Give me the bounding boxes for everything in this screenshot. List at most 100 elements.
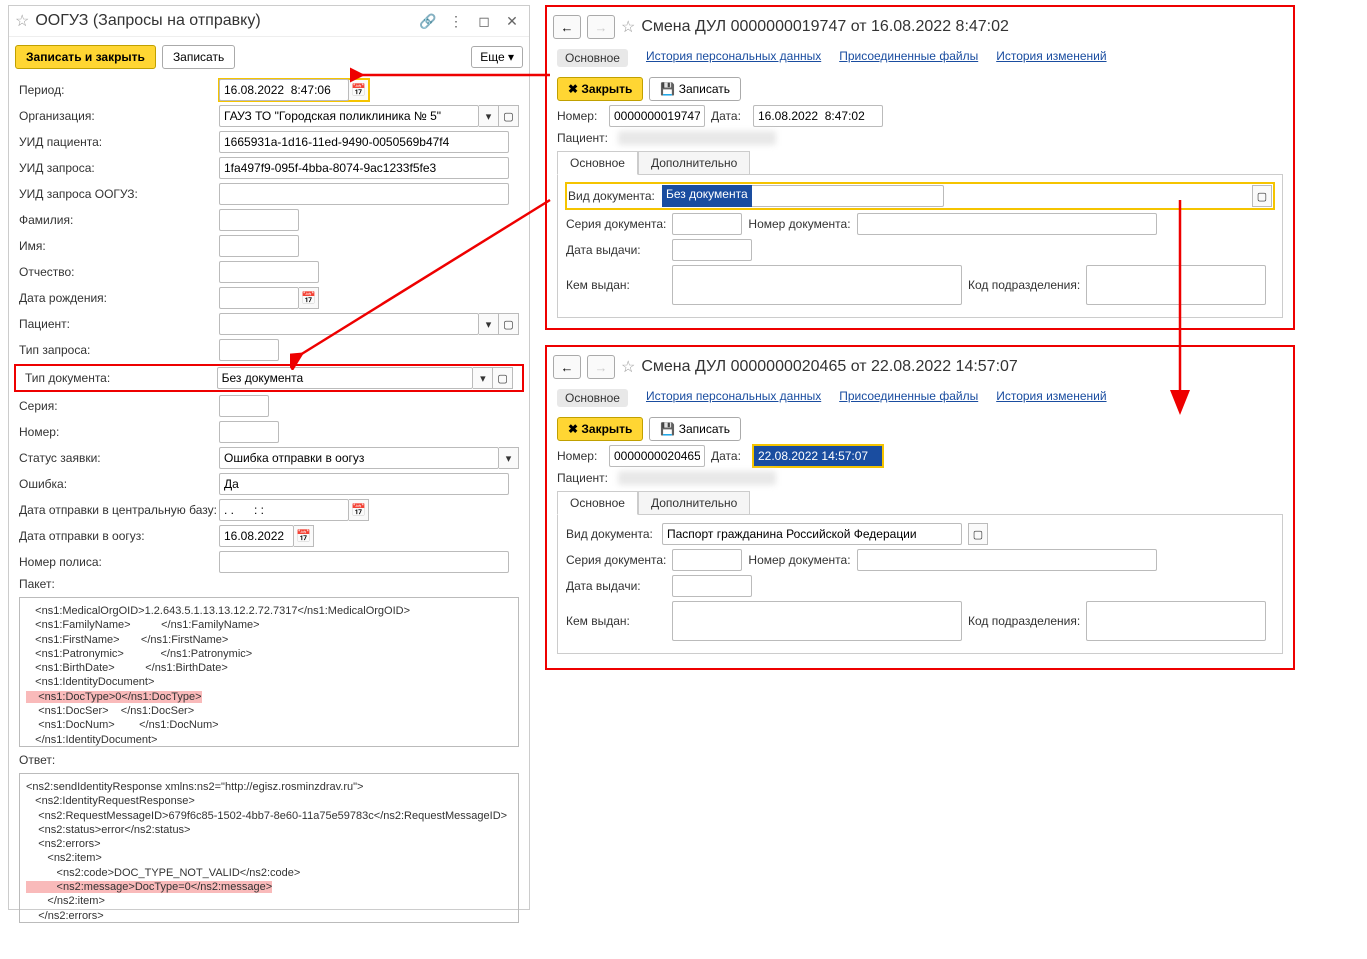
send-central-input[interactable] [219,499,349,521]
series-input[interactable] [219,395,269,417]
link-files[interactable]: Присоединенные файлы [839,389,978,407]
date-selection[interactable]: 22.08.2022 14:57:07 [754,446,882,466]
doc-type-input[interactable] [662,523,962,545]
middlename-input[interactable] [219,261,319,283]
send-ooguz-input[interactable] [219,525,294,547]
save-button[interactable]: Записать [162,45,235,69]
close-button[interactable]: ✖ Закрыть [557,77,643,101]
link-history-personal[interactable]: История персональных данных [646,389,821,407]
save-button[interactable]: 💾 Записать [649,77,741,101]
series-input[interactable] [672,213,742,235]
patient-input[interactable] [219,313,479,335]
nav-links: Основное История персональных данных При… [547,43,1293,73]
issued-by-input[interactable] [672,265,962,305]
packet-xml[interactable]: <ns1:MedicalOrgOID>1.2.643.5.1.13.13.12.… [19,597,519,747]
issue-date-label: Дата выдачи: [566,579,666,593]
tab-pane: Вид документа: ▢ Серия документа: Номер … [557,515,1283,654]
patient-value: Hidden patient data here ... ... [618,131,776,145]
open-icon[interactable]: ▢ [499,313,519,335]
dropdown-icon[interactable]: ▾ [499,447,519,469]
open-icon[interactable]: ▢ [1252,185,1272,207]
tab-main[interactable]: Основное [557,491,638,515]
issue-date-input[interactable] [672,575,752,597]
policy-label: Номер полиса: [19,555,219,569]
docnum-input[interactable] [857,213,1157,235]
number-input[interactable] [219,421,279,443]
tabs: Основное Дополнительно [557,491,1283,515]
patient-label: Пациент: [19,317,219,331]
link-icon[interactable]: 🔗 [417,10,439,32]
open-icon[interactable]: ▢ [968,523,988,545]
dep-code-input[interactable] [1086,265,1266,305]
save-close-button[interactable]: Записать и закрыть [15,45,156,69]
firstname-input[interactable] [219,235,299,257]
dep-code-input[interactable] [1086,601,1266,641]
calendar-icon[interactable]: 📅 [349,79,369,101]
link-history-personal[interactable]: История персональных данных [646,49,821,67]
menu-icon[interactable]: ⋮ [445,10,467,32]
ooguz-uid-label: УИД запроса ООГУЗ: [19,187,219,201]
series-input[interactable] [672,549,742,571]
error-input[interactable] [219,473,509,495]
issue-date-input[interactable] [672,239,752,261]
link-main[interactable]: Основное [557,389,628,407]
calendar-icon[interactable]: 📅 [294,525,314,547]
status-input[interactable] [219,447,499,469]
more-button[interactable]: Еще ▾ [471,46,523,68]
dropdown-icon[interactable]: ▾ [479,105,499,127]
ooguz-uid-input[interactable] [219,183,509,205]
star-icon[interactable]: ☆ [15,11,29,31]
org-input[interactable] [219,105,479,127]
forward-button[interactable]: → [587,15,615,39]
link-files[interactable]: Присоединенные файлы [839,49,978,67]
close-icon[interactable]: ✕ [501,10,523,32]
open-icon[interactable]: ▢ [493,367,513,389]
req-type-input[interactable] [219,339,279,361]
new-window-icon[interactable]: ◻ [473,10,495,32]
req-uid-input[interactable] [219,157,509,179]
dropdown-icon[interactable]: ▾ [479,313,499,335]
issued-by-input[interactable] [672,601,962,641]
firstname-label: Имя: [19,239,219,253]
link-history-changes[interactable]: История изменений [996,49,1106,67]
date-label: Дата: [711,449,747,463]
save-button[interactable]: 💾 Записать [649,417,741,441]
calendar-icon[interactable]: 📅 [349,499,369,521]
back-button[interactable]: ← [553,15,581,39]
date-input[interactable] [753,105,883,127]
middlename-label: Отчество: [19,265,219,279]
tab-extra[interactable]: Дополнительно [638,491,750,514]
tab-main[interactable]: Основное [557,151,638,175]
req-type-label: Тип запроса: [19,343,219,357]
patient-label: Пациент: [557,471,612,485]
date-label: Дата: [711,109,747,123]
calendar-icon[interactable]: 📅 [299,287,319,309]
lastname-input[interactable] [219,209,299,231]
forward-button[interactable]: → [587,355,615,379]
birthdate-label: Дата рождения: [19,291,219,305]
patient-uid-input[interactable] [219,131,509,153]
doc-type-label: Тип документа: [25,371,217,385]
birthdate-input[interactable] [219,287,299,309]
patient-value: Hidden patient data here ... ... [618,471,776,485]
star-icon[interactable]: ☆ [621,357,635,377]
period-input[interactable] [219,79,349,101]
tab-extra[interactable]: Дополнительно [638,151,750,174]
link-history-changes[interactable]: История изменений [996,389,1106,407]
star-icon[interactable]: ☆ [621,17,635,37]
close-button[interactable]: ✖ Закрыть [557,417,643,441]
doc-type-selection: Без документа [662,185,752,207]
doc-type-input[interactable] [217,367,474,389]
num-input[interactable] [609,445,705,467]
open-icon[interactable]: ▢ [499,105,519,127]
dep-code-label: Код подразделения: [968,278,1080,292]
docnum-input[interactable] [857,549,1157,571]
policy-input[interactable] [219,551,509,573]
answer-xml[interactable]: <ns2:sendIdentityResponse xmlns:ns2="htt… [19,773,519,923]
link-main[interactable]: Основное [557,49,628,67]
dropdown-icon[interactable]: ▾ [473,367,493,389]
docnum-label: Номер документа: [748,217,850,231]
num-input[interactable] [609,105,705,127]
right-panel-1: ← → ☆ Смена ДУЛ 0000000019747 от 16.08.2… [545,5,1295,330]
back-button[interactable]: ← [553,355,581,379]
